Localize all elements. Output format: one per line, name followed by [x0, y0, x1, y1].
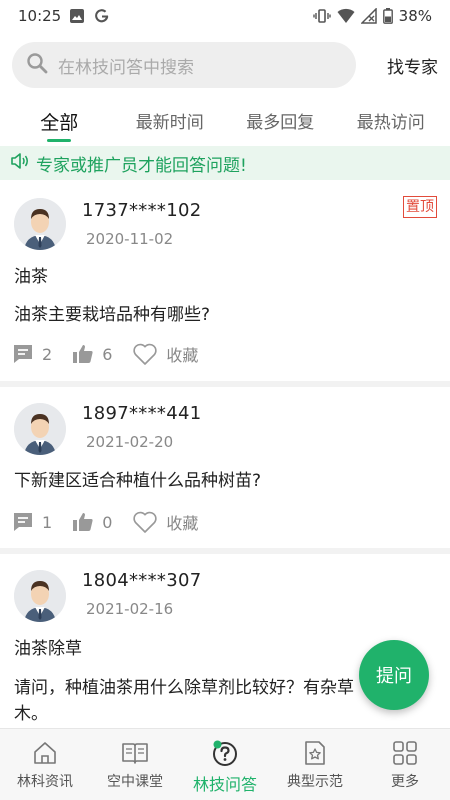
post-body: 下新建区适合种植什么品种树苗?: [14, 471, 262, 491]
nav-item-classroom[interactable]: 空中课堂: [90, 729, 180, 800]
thumbs-up-icon: [72, 511, 94, 533]
grid-icon: [392, 739, 418, 767]
like-button[interactable]: 6: [72, 343, 112, 365]
favorite-button[interactable]: 收藏: [132, 342, 198, 366]
like-button[interactable]: 0: [72, 511, 112, 533]
nav-item-news[interactable]: 林科资讯: [0, 729, 90, 800]
signal-icon: [360, 8, 377, 24]
nav-item-qa[interactable]: 林技问答: [180, 729, 270, 800]
tab-all[interactable]: 全部: [9, 98, 109, 144]
filter-tabs: 全部 最新时间 最多回复 最热访问: [0, 98, 450, 144]
post-body-line2: 木。: [14, 704, 48, 724]
image-icon: [69, 8, 85, 24]
battery-percent: 38%: [398, 7, 432, 25]
search-icon: [26, 52, 48, 78]
bottom-nav: 林科资讯 空中课堂 林技问答 典型示范 更多: [0, 728, 450, 800]
comment-count: 2: [42, 344, 53, 364]
home-icon: [32, 739, 58, 767]
megaphone-icon: [10, 151, 32, 176]
comment-icon: [12, 511, 34, 533]
g-app-icon: [93, 7, 111, 25]
status-left: 10:25: [18, 7, 111, 25]
nav-item-more[interactable]: 更多: [360, 729, 450, 800]
like-count: 6: [102, 344, 113, 364]
notice-bar: 专家或推广员才能回答问题!: [0, 146, 450, 180]
avatar: [14, 403, 66, 455]
post-actions: 2 6 收藏: [12, 340, 218, 368]
favorite-label: 收藏: [166, 346, 199, 365]
notice-text: 专家或推广员才能回答问题!: [36, 155, 247, 176]
star-doc-icon: [302, 739, 328, 767]
favorite-label: 收藏: [166, 514, 199, 533]
post-item[interactable]: 1737****102 2020-11-02 置顶 油茶 油茶主要栽培品种有哪些…: [0, 184, 450, 380]
nav-label: 更多: [391, 774, 419, 790]
comment-button[interactable]: 1: [12, 511, 52, 533]
search-row: 在林技问答中搜索 找专家: [0, 40, 450, 90]
post-username: 1737****102: [82, 200, 202, 221]
post-body: 油茶主要栽培品种有哪些?: [14, 305, 211, 325]
status-right: 38%: [312, 7, 432, 25]
like-count: 0: [102, 512, 113, 532]
favorite-button[interactable]: 收藏: [132, 510, 198, 534]
vibrate-icon: [312, 8, 331, 24]
nav-label: 典型示范: [287, 774, 343, 790]
status-bar: 10:25 38%: [0, 0, 450, 32]
status-time: 10:25: [18, 7, 62, 25]
thumbs-up-icon: [72, 343, 94, 365]
nav-item-demo[interactable]: 典型示范: [270, 729, 360, 800]
post-date: 2021-02-16: [86, 600, 174, 618]
post-date: 2021-02-20: [86, 433, 174, 451]
heart-icon: [132, 342, 158, 366]
pinned-badge: 置顶: [403, 196, 437, 218]
post-username: 1804****307: [82, 570, 202, 591]
ask-question-button[interactable]: 提问: [359, 640, 429, 710]
question-icon: [211, 739, 239, 767]
comment-icon: [12, 343, 34, 365]
nav-label: 林科资讯: [17, 774, 73, 790]
wifi-icon: [337, 8, 355, 24]
tab-most-replies[interactable]: 最多回复: [230, 98, 330, 144]
post-title: 油茶: [14, 267, 48, 287]
tab-most-visits[interactable]: 最热访问: [341, 98, 441, 144]
battery-icon: [382, 8, 393, 24]
post-item[interactable]: 1897****441 2021-02-20 下新建区适合种植什么品种树苗? 1…: [0, 387, 450, 547]
comment-count: 1: [42, 512, 53, 532]
post-date: 2020-11-02: [86, 230, 174, 248]
avatar: [14, 198, 66, 250]
nav-label: 空中课堂: [107, 774, 163, 790]
search-placeholder: 在林技问答中搜索: [58, 57, 194, 78]
post-actions: 1 0 收藏: [12, 508, 218, 536]
search-input[interactable]: 在林技问答中搜索: [12, 42, 356, 88]
nav-label: 林技问答: [192, 775, 257, 794]
comment-button[interactable]: 2: [12, 343, 52, 365]
book-icon: [121, 739, 149, 767]
post-username: 1897****441: [82, 403, 202, 424]
avatar: [14, 570, 66, 622]
find-expert-button[interactable]: 找专家: [387, 53, 438, 78]
tab-latest[interactable]: 最新时间: [120, 98, 220, 144]
heart-icon: [132, 510, 158, 534]
